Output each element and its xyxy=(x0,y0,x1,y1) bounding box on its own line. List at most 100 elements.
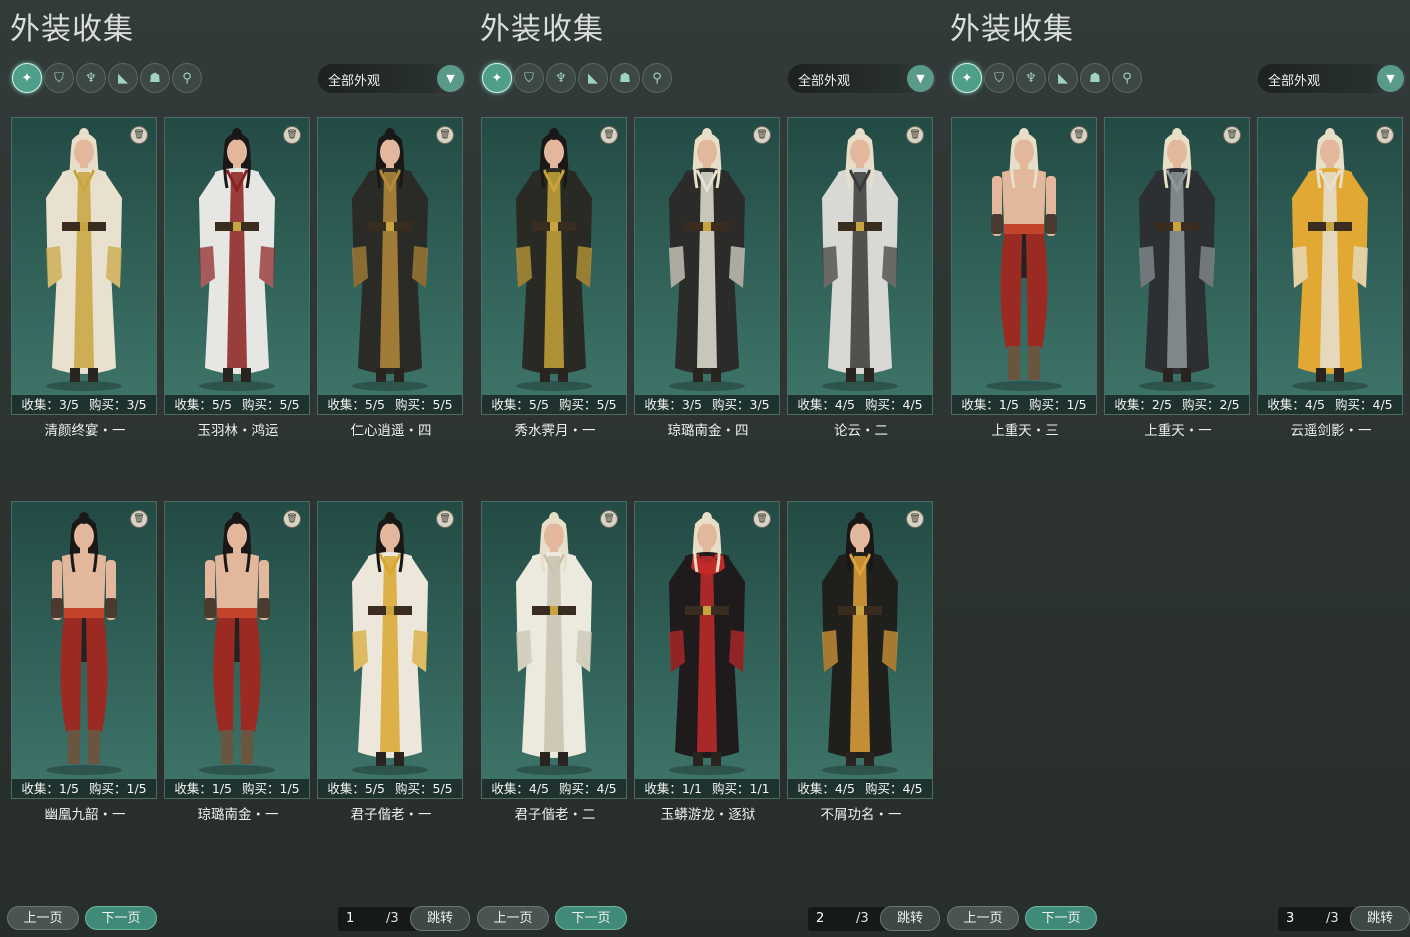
next-page-button[interactable]: 下一页 xyxy=(555,906,627,930)
collect-count: 收集：5/5 xyxy=(327,397,385,412)
dropdown-value: 全部外观 xyxy=(1268,74,1321,89)
hat-icon[interactable]: ⛉ xyxy=(514,63,544,93)
trash-icon[interactable]: 🗑 xyxy=(753,126,771,144)
accessory-icon[interactable]: ⚲ xyxy=(642,63,672,93)
collect-count: 收集：5/5 xyxy=(327,781,385,796)
outfit-preview xyxy=(12,502,156,778)
page-number-input[interactable]: 2/3 xyxy=(808,907,886,931)
character-figure xyxy=(352,128,428,391)
outfit-card[interactable]: 🗑 收集：5/5 购买：5/5 秀水霁月・一 xyxy=(481,117,627,439)
trash-icon[interactable]: 🗑 xyxy=(436,126,454,144)
category-tabs: ✦ ⛉ ♆ ◣ ☗ ⚲ xyxy=(12,63,202,93)
collect-count: 收集：5/5 xyxy=(491,397,549,412)
page-number-input[interactable]: 3/3 xyxy=(1278,907,1356,931)
total-pages: /3 xyxy=(856,911,869,926)
outfit-card[interactable]: 🗑 收集：2/5 购买：2/5 上重天・一 xyxy=(1104,117,1250,439)
outfit-name: 琼璐南金・四 xyxy=(667,423,749,439)
trash-icon[interactable]: 🗑 xyxy=(600,510,618,528)
trash-icon[interactable]: 🗑 xyxy=(600,126,618,144)
shoe-icon[interactable]: ◣ xyxy=(108,63,138,93)
trash-icon[interactable]: 🗑 xyxy=(1223,126,1241,144)
buy-count: 购买：3/5 xyxy=(89,397,147,412)
buy-count: 购买：4/5 xyxy=(865,397,923,412)
appearance-filter-dropdown[interactable]: 全部外观 ▼ xyxy=(788,64,936,93)
trash-icon[interactable]: 🗑 xyxy=(1376,126,1394,144)
jump-button[interactable]: 跳转 xyxy=(880,906,940,931)
mask-icon[interactable]: ☗ xyxy=(140,63,170,93)
shoe-icon[interactable]: ◣ xyxy=(578,63,608,93)
outfit-card[interactable]: 🗑 收集：1/5 购买：1/5 上重天・三 xyxy=(951,117,1097,439)
outfit-card[interactable]: 🗑 收集：5/5 购买：5/5 玉羽林・鸿运 xyxy=(164,117,310,439)
collection-stats: 收集：5/5 购买：5/5 xyxy=(482,395,626,414)
trash-icon[interactable]: 🗑 xyxy=(130,126,148,144)
accessory-icon[interactable]: ⚲ xyxy=(172,63,202,93)
jump-button[interactable]: 跳转 xyxy=(1350,906,1410,931)
collection-stats: 收集：5/5 购买：5/5 xyxy=(318,779,462,798)
trash-icon[interactable]: 🗑 xyxy=(906,510,924,528)
jump-button[interactable]: 跳转 xyxy=(410,906,470,931)
next-page-button[interactable]: 下一页 xyxy=(85,906,157,930)
trash-icon[interactable]: 🗑 xyxy=(436,510,454,528)
collect-count: 收集：3/5 xyxy=(644,397,702,412)
outfit-card[interactable]: 🗑 收集：4/5 购买：4/5 云遥剑影・一 xyxy=(1257,117,1403,439)
outfit-card[interactable]: 🗑 收集：5/5 购买：5/5 仁心逍遥・四 xyxy=(317,117,463,439)
buy-count: 购买：1/5 xyxy=(1029,397,1087,412)
character-figure xyxy=(822,512,898,775)
collection-stats: 收集：2/5 购买：2/5 xyxy=(1105,395,1249,414)
buy-count: 购买：4/5 xyxy=(559,781,617,796)
collection-panel-1: 外装收集 ✦ ⛉ ♆ ◣ ☗ ⚲ 全部外观 ▼ 🗑 收集：3/5 购买：3/5 清颜终宴・一 🗑 收集：5/… xyxy=(0,0,470,937)
outfit-card[interactable]: 🗑 收集：4/5 购买：4/5 不屑功名・一 xyxy=(787,501,933,823)
next-page-button[interactable]: 下一页 xyxy=(1025,906,1097,930)
prev-page-button[interactable]: 上一页 xyxy=(947,906,1019,930)
outfit-card[interactable]: 🗑 收集：3/5 购买：3/5 琼璐南金・四 xyxy=(634,117,780,439)
outfit-icon[interactable]: ✦ xyxy=(952,63,982,93)
outfit-card[interactable]: 🗑 收集：1/1 购买：1/1 玉蟒游龙・逐狱 xyxy=(634,501,780,823)
collect-count: 收集：4/5 xyxy=(491,781,549,796)
appearance-filter-dropdown[interactable]: 全部外观 ▼ xyxy=(318,64,466,93)
character-figure xyxy=(822,128,898,391)
outfit-name: 上重天・三 xyxy=(991,423,1059,439)
outfit-card[interactable]: 🗑 收集：1/5 购买：1/5 幽凰九韶・一 xyxy=(11,501,157,823)
character-figure xyxy=(46,512,122,775)
collect-count: 收集：4/5 xyxy=(797,397,855,412)
outfit-card[interactable]: 🗑 收集：1/5 购买：1/5 琼璐南金・一 xyxy=(164,501,310,823)
prev-page-button[interactable]: 上一页 xyxy=(7,906,79,930)
outfit-card[interactable]: 🗑 收集：4/5 购买：4/5 论云・二 xyxy=(787,117,933,439)
outfit-icon[interactable]: ✦ xyxy=(12,63,42,93)
trash-icon[interactable]: 🗑 xyxy=(906,126,924,144)
outfit-icon[interactable]: ✦ xyxy=(482,63,512,93)
prev-page-button[interactable]: 上一页 xyxy=(477,906,549,930)
outfit-card[interactable]: 🗑 收集：5/5 购买：5/5 君子偕老・一 xyxy=(317,501,463,823)
total-pages: /3 xyxy=(1326,911,1339,926)
trash-icon[interactable]: 🗑 xyxy=(283,510,301,528)
outfit-card[interactable]: 🗑 收集：3/5 购买：3/5 清颜终宴・一 xyxy=(11,117,157,439)
appearance-filter-dropdown[interactable]: 全部外观 ▼ xyxy=(1258,64,1406,93)
trash-icon[interactable]: 🗑 xyxy=(283,126,301,144)
collect-count: 收集：1/5 xyxy=(21,781,79,796)
trash-icon[interactable]: 🗑 xyxy=(130,510,148,528)
collect-count: 收集：1/1 xyxy=(644,781,702,796)
top-icon[interactable]: ♆ xyxy=(76,63,106,93)
chevron-down-icon[interactable]: ▼ xyxy=(907,65,934,92)
accessory-icon[interactable]: ⚲ xyxy=(1112,63,1142,93)
trash-icon[interactable]: 🗑 xyxy=(753,510,771,528)
chevron-down-icon[interactable]: ▼ xyxy=(437,65,464,92)
mask-icon[interactable]: ☗ xyxy=(610,63,640,93)
page-number-input[interactable]: 1/3 xyxy=(338,907,416,931)
collection-panel-3: 外装收集 ✦ ⛉ ♆ ◣ ☗ ⚲ 全部外观 ▼ 🗑 收集：1/5 购买：1/5 上重天・三 🗑 收集：2/5… xyxy=(940,0,1410,937)
shoe-icon[interactable]: ◣ xyxy=(1048,63,1078,93)
current-page: 3 xyxy=(1286,911,1295,926)
trash-icon[interactable]: 🗑 xyxy=(1070,126,1088,144)
page-title: 外装收集 xyxy=(10,12,134,47)
outfit-card[interactable]: 🗑 收集：4/5 购买：4/5 君子偕老・二 xyxy=(481,501,627,823)
character-figure xyxy=(669,512,745,775)
top-icon[interactable]: ♆ xyxy=(1016,63,1046,93)
outfit-name: 君子偕老・一 xyxy=(350,807,432,823)
chevron-down-icon[interactable]: ▼ xyxy=(1377,65,1404,92)
mask-icon[interactable]: ☗ xyxy=(1080,63,1110,93)
buy-count: 购买：2/5 xyxy=(1182,397,1240,412)
buy-count: 购买：1/5 xyxy=(242,781,300,796)
hat-icon[interactable]: ⛉ xyxy=(44,63,74,93)
hat-icon[interactable]: ⛉ xyxy=(984,63,1014,93)
top-icon[interactable]: ♆ xyxy=(546,63,576,93)
